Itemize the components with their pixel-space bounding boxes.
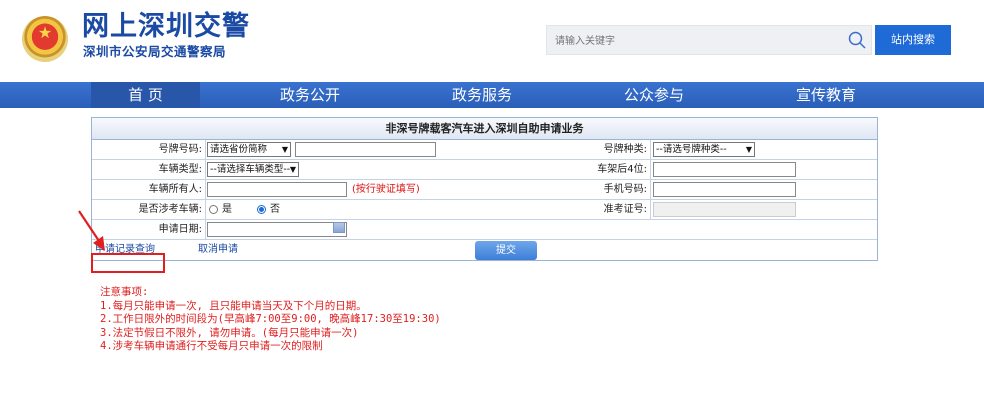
cancel-application-link[interactable]: 取消申请 (198, 240, 238, 259)
plate-prefix-value: 请选省份简称 (210, 144, 268, 155)
cell-divider (650, 140, 651, 159)
plate-prefix-select[interactable]: 请选省份简称 ▼ (207, 142, 291, 157)
calendar-icon[interactable] (333, 222, 345, 233)
vehicle-type-value: --请选择车辆类型-- (210, 164, 291, 175)
owner-label: 车辆所有人: (148, 184, 202, 195)
site-title[interactable]: 网上深圳交警 (82, 12, 250, 42)
exam-no-radio[interactable] (257, 205, 266, 214)
cell-divider (205, 140, 206, 159)
cell-divider (205, 180, 206, 199)
main-nav: 首 页 政务公开 政务服务 公众参与 宣传教育 (0, 82, 984, 108)
cell-divider (205, 160, 206, 179)
owner-input[interactable] (207, 182, 347, 197)
plate-type-label: 号牌种类: (603, 144, 647, 155)
submit-button[interactable]: 提交 (475, 241, 537, 260)
notice-item: 1.每月只能申请一次, 且只能申请当天及下个月的日期。 (100, 299, 367, 312)
exam-cert-input[interactable] (653, 202, 796, 217)
vin-input[interactable] (653, 162, 796, 177)
exam-no-label[interactable]: 否 (270, 200, 280, 219)
vehicle-type-label: 车辆类型: (158, 164, 202, 175)
nav-item-gov-affairs[interactable]: 政务公开 (255, 82, 365, 108)
search-icon[interactable] (847, 30, 867, 50)
phone-input[interactable] (653, 182, 796, 197)
site-search-button[interactable]: 站内搜索 (875, 25, 951, 55)
owner-hint: (按行驶证填写) (352, 184, 420, 195)
search-box (546, 25, 872, 55)
site-header: ★ 网上深圳交警 深圳市公安局交通警察局 站内搜索 (0, 0, 984, 82)
notice-heading: 注意事项: (100, 286, 149, 298)
plate-number-input[interactable] (295, 142, 436, 157)
notice-item: 4.涉考车辆申请通行不受每月只申请一次的限制 (100, 340, 323, 352)
form-row-date: 申请日期: (92, 220, 877, 240)
cell-divider (205, 200, 206, 219)
form-row-owner: 车辆所有人: (按行驶证填写) 手机号码: (92, 180, 877, 200)
police-emblem-icon: ★ (22, 16, 68, 62)
cell-divider (650, 180, 651, 199)
form-title: 非深号牌载客汽车进入深圳自助申请业务 (92, 118, 877, 140)
exam-cert-label: 准考证号: (603, 204, 647, 215)
phone-label: 手机号码: (603, 184, 647, 195)
cell-divider (205, 220, 206, 239)
chevron-down-icon: ▼ (281, 145, 288, 154)
application-form: 非深号牌载客汽车进入深圳自助申请业务 号牌号码: 请选省份简称 ▼ 号牌种类: -… (91, 117, 878, 261)
notice-item: 2.工作日限外的时间段为(早高峰7:00至9:00, 晚高峰17:30至19:3… (100, 313, 441, 325)
plate-number-label: 号牌号码: (158, 144, 202, 155)
cell-divider (650, 160, 651, 179)
notice-item: 3.法定节假日不限外, 请勿申请。(每月只能申请一次) (100, 326, 359, 339)
nav-item-public-participation[interactable]: 公众参与 (599, 82, 709, 108)
form-row-actions: 申请记录查询 取消申请 提交 (92, 240, 877, 260)
vehicle-type-select[interactable]: --请选择车辆类型-- ▼ (207, 162, 299, 177)
apply-date-input[interactable] (207, 222, 347, 237)
plate-type-value: --请选号牌种类-- (656, 144, 727, 155)
exam-yes-label[interactable]: 是 (222, 200, 232, 219)
nav-item-gov-services[interactable]: 政务服务 (427, 82, 537, 108)
chevron-down-icon: ▼ (745, 145, 752, 154)
search-input[interactable] (555, 32, 825, 50)
plate-type-select[interactable]: --请选号牌种类-- ▼ (653, 142, 755, 157)
form-row-plate: 号牌号码: 请选省份简称 ▼ 号牌种类: --请选号牌种类-- ▼ (92, 140, 877, 160)
form-row-exam: 是否涉考车辆: 是 否 准考证号: (92, 200, 877, 220)
cell-divider (650, 200, 651, 219)
nav-item-home[interactable]: 首 页 (91, 82, 200, 108)
notice-block: 注意事项: 1.每月只能申请一次, 且只能申请当天及下个月的日期。 2.工作日限… (100, 286, 441, 354)
nav-item-education[interactable]: 宣传教育 (771, 82, 881, 108)
exam-yes-radio[interactable] (209, 205, 218, 214)
annotation-arrow-icon (78, 210, 105, 251)
form-row-vehicle-type: 车辆类型: --请选择车辆类型-- ▼ 车架后4位: (92, 160, 877, 180)
site-subtitle: 深圳市公安局交通警察局 (83, 44, 227, 59)
vin-label: 车架后4位: (597, 164, 647, 175)
chevron-down-icon: ▼ (289, 165, 296, 174)
